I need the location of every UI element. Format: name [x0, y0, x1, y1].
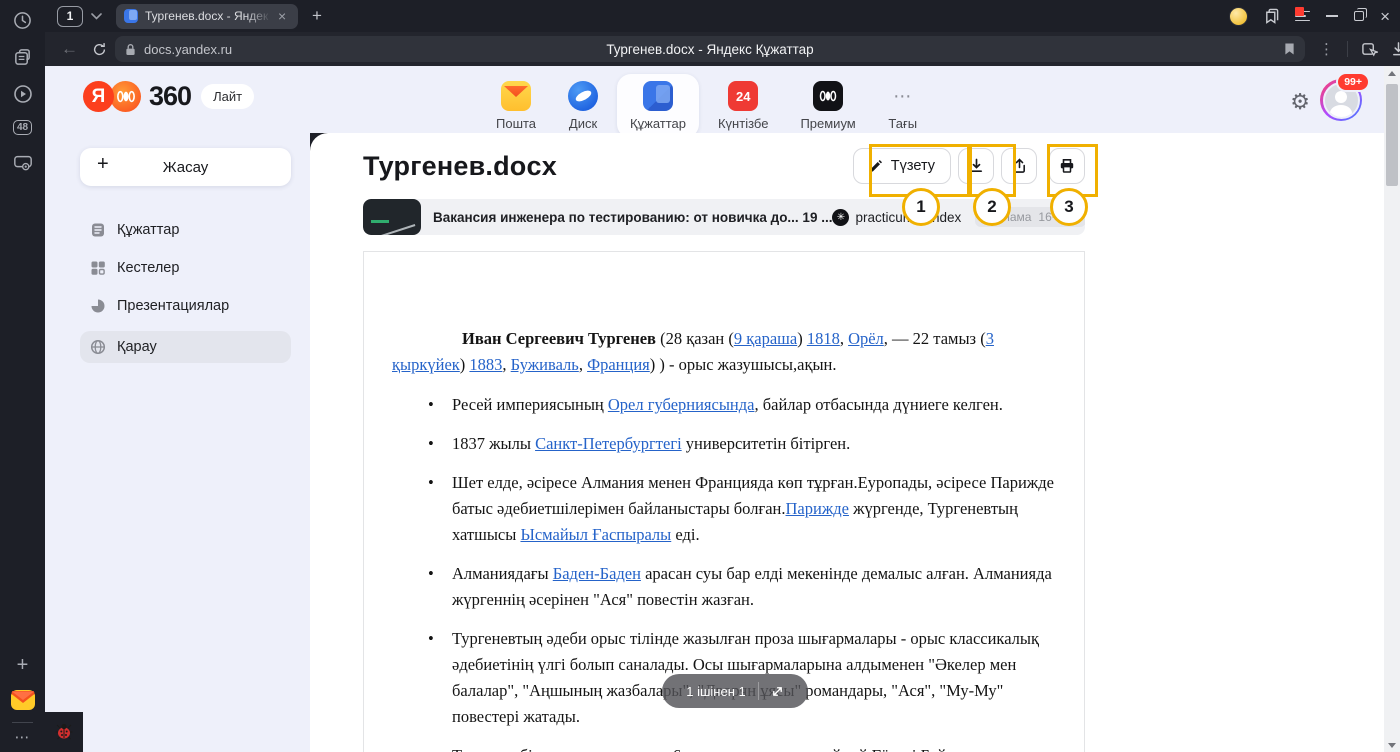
- address-bar-row: ← docs.yandex.ru Тургенев.docx - Яндекс …: [45, 32, 1400, 66]
- titlebar-controls: ×: [1229, 7, 1390, 26]
- app-switcher: Пошта Диск Құжаттар 24 Күнтізбе Премиум: [483, 74, 931, 138]
- notification-dot: [1295, 7, 1304, 16]
- page-title: Тургенев.docx: [363, 151, 557, 182]
- app-disk[interactable]: Диск: [555, 74, 611, 138]
- page-indicator[interactable]: 1 ішінен 1: [662, 674, 808, 708]
- annotation-circle-2: 2: [973, 188, 1011, 226]
- tab-group-chip[interactable]: 1: [57, 6, 83, 27]
- pie-chart-icon: [90, 298, 106, 314]
- yandex-360-logo[interactable]: Я 360 Лайт: [83, 81, 254, 112]
- doc-bullet: Ресей империясының Орел губерниясында, б…: [392, 392, 1056, 418]
- ad-thumbnail: [363, 199, 421, 235]
- kebab-menu-icon[interactable]: ⋮: [1319, 40, 1334, 58]
- doc-bullet: Тургенев бірнеше өлеңдер мен 6 поэма жаз…: [392, 743, 1056, 752]
- address-bar[interactable]: docs.yandex.ru Тургенев.docx - Яндекс Құ…: [115, 36, 1305, 62]
- toolbar-divider: [12, 722, 33, 723]
- mail-icon: [501, 81, 531, 111]
- tab-title: Тургенев.docx - Яндек: [145, 9, 271, 23]
- main-panel: Тургенев.docx Түзету: [310, 133, 1384, 752]
- video-play-icon[interactable]: [0, 84, 45, 104]
- screenshot-camera-icon[interactable]: [0, 154, 45, 172]
- doc-bullet: 1837 жылы Санкт-Петербургтегі университе…: [392, 431, 1056, 457]
- add-panel-icon[interactable]: +: [0, 654, 45, 677]
- docs-favicon: [124, 9, 138, 23]
- ladybug-icon: [53, 721, 75, 743]
- browser-menu-icon[interactable]: [1295, 11, 1310, 22]
- reload-icon[interactable]: [92, 42, 107, 57]
- doc-bullet: Алманиядағы Баден-Баден арасан суы бар е…: [392, 561, 1056, 613]
- expand-icon[interactable]: [771, 685, 784, 698]
- sidebar-item-view[interactable]: Қарау: [80, 331, 291, 363]
- app-calendar[interactable]: 24 Күнтізбе: [705, 74, 781, 138]
- address-page-title: Тургенев.docx - Яндекс Құжаттар: [115, 42, 1305, 57]
- download-icon[interactable]: [1391, 41, 1400, 57]
- divider: [1347, 41, 1348, 57]
- sidebar-item-documents[interactable]: Құжаттар: [80, 215, 291, 245]
- pill-divider: [758, 682, 759, 700]
- scrollbar-thumb[interactable]: [1386, 84, 1398, 186]
- create-button[interactable]: + Жасау: [80, 148, 291, 186]
- sidebar-item-tables[interactable]: Кестелер: [80, 253, 291, 283]
- more-dots-icon[interactable]: ⋯: [0, 728, 45, 746]
- annotation-circle-1: 1: [902, 188, 940, 226]
- scroll-up-arrow[interactable]: [1384, 66, 1400, 80]
- tab-strip: 1 Тургенев.docx - Яндек × +: [45, 0, 1400, 32]
- page-scrollbar[interactable]: [1384, 66, 1400, 752]
- gear-icon[interactable]: ⚙: [1290, 90, 1310, 115]
- table-icon: [90, 260, 106, 276]
- 360-logo-icon: [110, 81, 141, 112]
- yandex-logo-icon: Я: [83, 81, 114, 112]
- restore-icon[interactable]: [1354, 11, 1364, 21]
- minimize-icon[interactable]: [1326, 15, 1338, 17]
- app-mail[interactable]: Пошта: [483, 74, 549, 138]
- sidebar-nav: Құжаттар Кестелер Презентациялар Қарау: [80, 215, 291, 363]
- disk-icon: [568, 81, 598, 111]
- calendar-icon: 24: [728, 81, 758, 111]
- app-premium[interactable]: Премиум: [787, 74, 868, 138]
- more-apps-icon: ⋯: [888, 81, 918, 111]
- browser-tab[interactable]: Тургенев.docx - Яндек ×: [116, 4, 298, 29]
- doc-bullet: Шет елде, әсіресе Алмания менен Францияд…: [392, 470, 1056, 548]
- bug-overlay: [45, 712, 83, 752]
- ad-brand: ✳ practicum.yandex: [832, 209, 961, 226]
- user-avatar[interactable]: 99+: [1320, 79, 1362, 121]
- ad-title: Вакансия инженера по тестированию: от но…: [433, 210, 832, 225]
- service-header: Я 360 Лайт Пошта Диск Құжаттар 24 Күнт: [45, 66, 1384, 133]
- mail-launcher-icon[interactable]: [0, 687, 45, 713]
- close-tab-icon[interactable]: ×: [278, 9, 286, 23]
- globe-icon: [90, 339, 106, 355]
- address-bar-actions: ⋮: [1319, 40, 1400, 58]
- docs-sidebar: + Жасау Құжаттар Кестелер Презентациял: [45, 133, 310, 752]
- document-icon: [90, 222, 106, 238]
- scroll-down-arrow[interactable]: [1384, 738, 1400, 752]
- browser-side-toolbar: 48 + ⋯: [0, 0, 45, 752]
- back-icon[interactable]: ←: [61, 39, 78, 59]
- doc-intro-paragraph: Иван Сергеевич Тургенев (28 қазан (9 қар…: [392, 326, 1056, 378]
- brand-number: 360: [149, 81, 191, 112]
- annotation-circle-3: 3: [1050, 188, 1088, 226]
- app-docs[interactable]: Құжаттар: [617, 74, 699, 138]
- browser-window: 48 + ⋯ 1 Тургенев.docx - Яндек × +: [0, 0, 1400, 752]
- history-icon[interactable]: [0, 11, 45, 30]
- app-more[interactable]: ⋯ Тағы: [875, 74, 931, 138]
- new-tab-icon[interactable]: +: [312, 6, 322, 26]
- profile-emoji-icon[interactable]: [1229, 7, 1248, 26]
- tabs-panel-icon[interactable]: [0, 48, 45, 67]
- notifications-badge: 99+: [1336, 72, 1370, 92]
- bookmarks-panel-icon[interactable]: [1264, 8, 1279, 24]
- docs-icon: [643, 81, 673, 111]
- chevron-down-icon[interactable]: [91, 13, 102, 20]
- practicum-logo-icon: ✳: [832, 209, 849, 226]
- collections-icon[interactable]: [1361, 41, 1378, 57]
- badge-48-icon[interactable]: 48: [0, 120, 45, 135]
- sidebar-item-presentations[interactable]: Презентациялар: [80, 291, 291, 321]
- plus-icon: +: [97, 153, 109, 176]
- close-window-icon[interactable]: ×: [1380, 8, 1390, 25]
- premium-icon: [813, 81, 843, 111]
- lite-badge: Лайт: [201, 84, 254, 109]
